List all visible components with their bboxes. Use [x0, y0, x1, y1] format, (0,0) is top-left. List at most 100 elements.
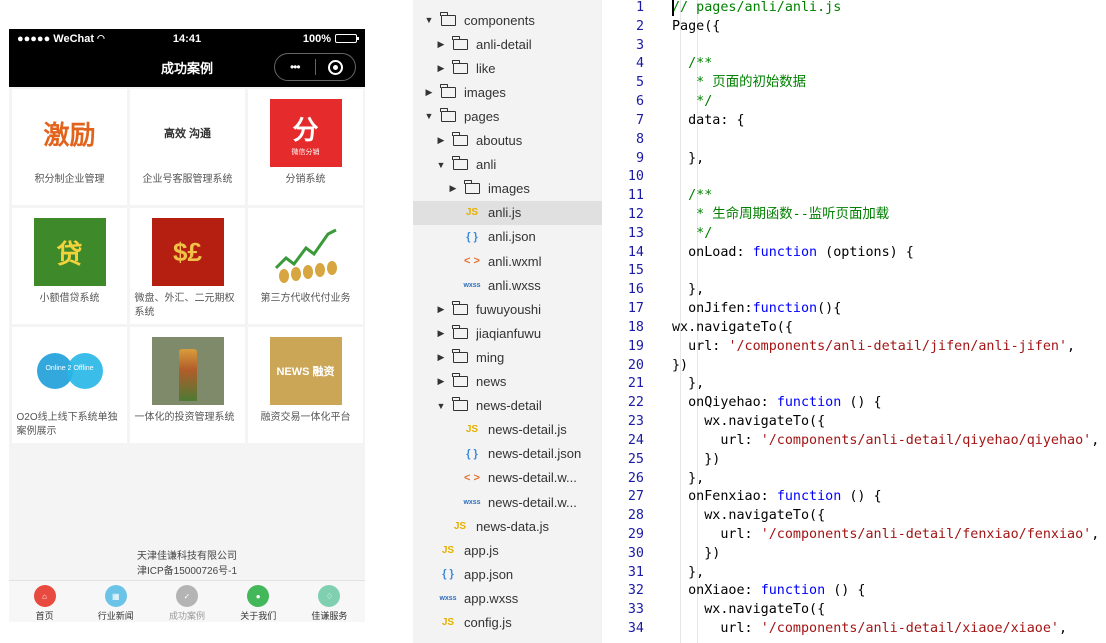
collapsed-arrow-icon[interactable]: ▶ [435, 304, 447, 315]
tab-item[interactable]: ✓ 成功案例 [151, 581, 222, 622]
line-number: 33 [627, 602, 644, 618]
case-grid: 激励 积分制企业管理 高效 沟通 企业号客服管理系统分微信分销 分销系统贷小额借贷系统 $… [12, 89, 363, 443]
tab-icon: ● [247, 585, 270, 607]
collapsed-arrow-icon[interactable]: ▶ [435, 63, 447, 74]
tree-folder[interactable]: ▼ news-detail [413, 394, 602, 418]
code-text: }) [672, 450, 720, 469]
case-label: 企业号客服管理系统 [142, 174, 233, 185]
code-line: 29 url: '/components/anli-detail/fenxiao… [602, 525, 1106, 544]
expanded-arrow-icon[interactable]: ▼ [435, 401, 447, 411]
code-token: () { [841, 395, 882, 411]
tree-folder[interactable]: ▶ jiaqianfuwu [413, 321, 602, 345]
tab-item[interactable]: ♢ 佳谦服务 [294, 581, 365, 622]
tree-folder[interactable]: ▶ news [413, 370, 602, 394]
code-token: wx.navigateTo({ [672, 508, 826, 524]
page-title: 成功案例 [160, 61, 213, 76]
code-text: onJifen:function(){ [672, 299, 841, 318]
code-token: /** [672, 56, 713, 72]
code-token: function [760, 583, 826, 599]
code-line: 6 */ [602, 92, 1106, 111]
tree-folder[interactable]: ▶ aboutus [413, 129, 602, 153]
case-thumbnail [151, 337, 224, 405]
case-label: 积分制企业管理 [34, 174, 105, 185]
tree-folder[interactable]: ▼ anli [413, 153, 602, 177]
tree-folder[interactable]: ▶ fuwuyoushi [413, 297, 602, 321]
line-number: 6 [635, 94, 644, 110]
collapsed-arrow-icon[interactable]: ▶ [423, 87, 435, 98]
tab-item[interactable]: ▦ 行业新闻 [80, 581, 151, 622]
tree-folder[interactable]: ▼ components [413, 8, 602, 32]
tree-file[interactable]: { } news-detail.json [413, 442, 602, 466]
case-thumbnail-text: 高效 沟通 [163, 128, 212, 140]
expanded-arrow-icon[interactable]: ▼ [435, 160, 447, 170]
case-card[interactable]: NEWS 融资 融资交易一体化平台 [248, 327, 363, 443]
case-card[interactable]: Online 2 Offline O2O线上线下系统单独案例展示 [12, 327, 127, 443]
tree-folder[interactable]: ▶ anli-detail [413, 32, 602, 56]
tree-folder[interactable]: ▼ pages [413, 104, 602, 128]
expanded-arrow-icon[interactable]: ▼ [423, 15, 435, 25]
tree-file[interactable]: JS anli.js [413, 200, 602, 225]
tab-label: 成功案例 [169, 611, 206, 621]
more-button[interactable]: ••• [275, 54, 315, 80]
collapsed-arrow-icon[interactable]: ▶ [435, 135, 447, 146]
tree-file[interactable]: JS news-detail.js [413, 418, 602, 442]
code-token: , [1091, 526, 1100, 542]
code-token: * 生命周期函数--监听页面加载 [672, 207, 890, 223]
tree-item-label: news-detail.js [488, 422, 567, 438]
code-token: url: [672, 432, 761, 448]
code-line: 1 // pages/anli/anli.js [602, 0, 1106, 17]
code-line: 24 url: '/components/anli-detail/qiyehao… [602, 431, 1106, 450]
tree-item-label: components [464, 12, 535, 28]
tree-file[interactable]: wxss app.wxss [413, 586, 602, 610]
case-card[interactable]: 第三方代收代付业务 [248, 208, 363, 324]
case-card[interactable]: 一体化的投资管理系统 [130, 327, 245, 443]
tab-item[interactable]: ● 关于我们 [223, 581, 294, 622]
js-file-icon: JS [453, 520, 467, 532]
case-card[interactable]: 贷小额借贷系统 [12, 208, 127, 324]
case-card[interactable]: 激励 积分制企业管理 [12, 89, 127, 205]
code-token: */ [672, 94, 713, 110]
tree-file[interactable]: < > anli.wxml [413, 249, 602, 273]
close-miniprogram-button[interactable] [316, 54, 356, 80]
tree-file[interactable]: wxss anli.wxss [413, 273, 602, 297]
js-file-icon: JS [465, 424, 479, 436]
code-line: 20}) [602, 356, 1106, 375]
tree-file[interactable]: wxss news-detail.w... [413, 490, 602, 514]
collapsed-arrow-icon[interactable]: ▶ [447, 183, 459, 194]
code-text: }, [672, 280, 704, 299]
code-line: 9 }, [602, 149, 1106, 168]
tree-file[interactable]: < > news-detail.w... [413, 466, 602, 490]
expanded-arrow-icon[interactable]: ▼ [423, 111, 435, 121]
wxss-file-icon: wxss [439, 594, 457, 602]
code-text: wx.navigateTo({ [672, 318, 793, 337]
text-cursor [672, 0, 674, 16]
collapsed-arrow-icon[interactable]: ▶ [435, 352, 447, 363]
tab-item[interactable]: ⌂ 首页 [9, 581, 80, 622]
case-thumbnail: 分微信分销 [269, 99, 342, 167]
tree-file[interactable]: { } app.json [413, 562, 602, 586]
case-card[interactable]: 分微信分销 分销系统 [248, 89, 363, 205]
collapsed-arrow-icon[interactable]: ▶ [435, 376, 447, 387]
case-card[interactable]: $£ 微盘、外汇、二元期权系统 [130, 208, 245, 324]
tree-folder[interactable]: ▶ images [413, 80, 602, 104]
folder-icon [464, 180, 480, 195]
code-editor[interactable]: 1// pages/anli/anli.js 2 Page({3 4 /** 5 * 页… [602, 0, 1106, 643]
tree-file[interactable]: JS news-data.js [413, 514, 602, 538]
tree-file[interactable]: JS config.js [413, 611, 602, 635]
code-line: 17 onJifen:function(){ [602, 299, 1106, 318]
line-number: 2 [635, 18, 644, 34]
tree-folder[interactable]: ▶ images [413, 177, 602, 201]
tree-item-label: app.json [464, 566, 514, 582]
tree-folder[interactable]: ▶ like [413, 56, 602, 80]
tree-file[interactable]: JS app.js [413, 538, 602, 562]
case-card[interactable]: 高效 沟通企业号客服管理系统 [130, 89, 245, 205]
line-number: 5 [635, 75, 644, 91]
tree-item-label: news-data.js [476, 518, 549, 534]
tree-file[interactable]: { } anli.json [413, 225, 602, 249]
collapsed-arrow-icon[interactable]: ▶ [435, 328, 447, 339]
code-text: /** [672, 54, 712, 73]
tree-folder[interactable]: ▶ ming [413, 345, 602, 369]
collapsed-arrow-icon[interactable]: ▶ [435, 39, 447, 50]
case-thumbnail-text: 贷 [56, 238, 83, 269]
folder-icon [452, 59, 468, 74]
